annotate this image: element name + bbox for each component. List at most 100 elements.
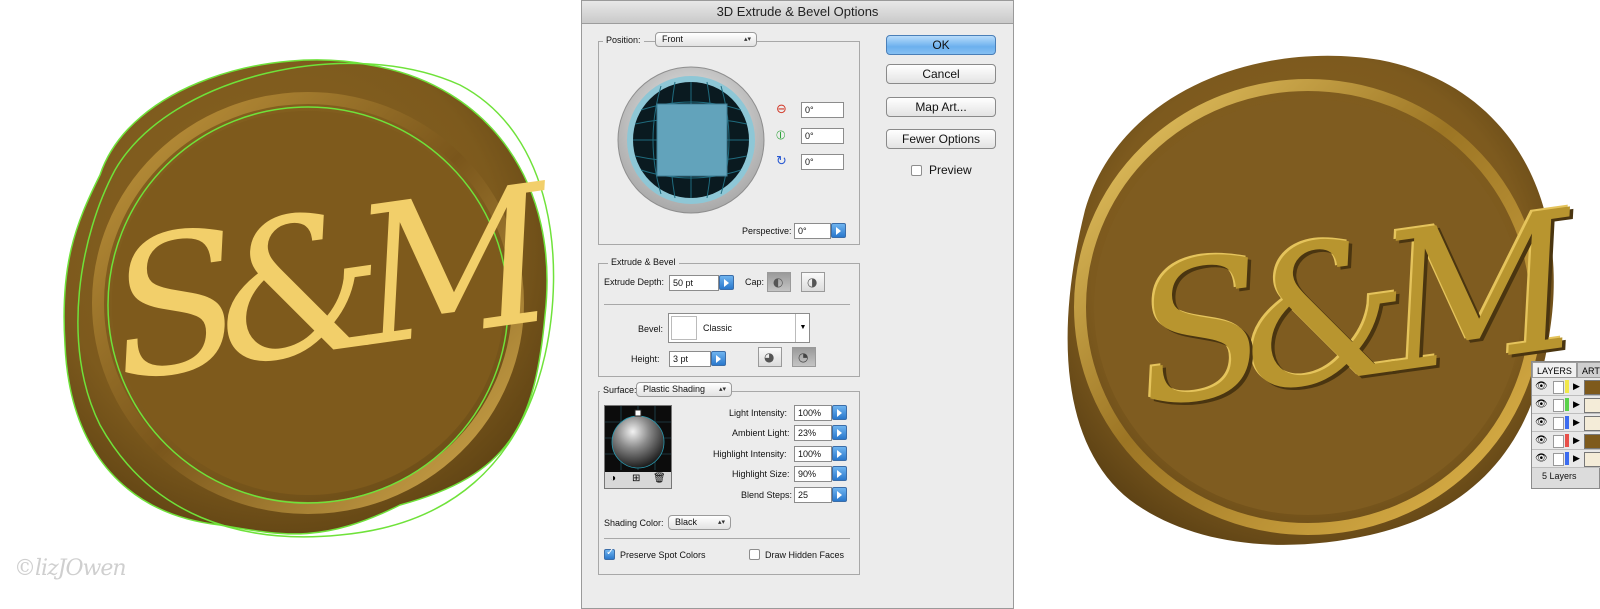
layer-thumbnail	[1584, 434, 1600, 449]
bevel-extent-in-button[interactable]: ◔	[792, 347, 816, 367]
position-select[interactable]: Front ▴▾	[655, 32, 757, 47]
eye-icon[interactable]: 👁	[1535, 417, 1548, 428]
rotate-x-field[interactable]: 0°	[801, 102, 844, 118]
ambient-light-label: Ambient Light:	[732, 428, 790, 438]
eye-icon[interactable]: 👁	[1535, 435, 1548, 446]
layer-color-swatch	[1565, 380, 1569, 393]
height-slider-button[interactable]	[711, 351, 726, 366]
position-label: Position:	[603, 35, 644, 45]
lock-toggle[interactable]	[1553, 381, 1564, 394]
lock-toggle[interactable]	[1553, 453, 1564, 466]
right-wax-seal-3d-result[interactable]: S&M	[1040, 30, 1570, 570]
preview-checkbox[interactable]	[911, 165, 922, 176]
expand-arrow-icon[interactable]: ▶	[1573, 435, 1580, 446]
layer-thumbnail	[1584, 380, 1600, 395]
bevel-out-icon: ◕	[764, 350, 775, 364]
right-monogram-3d: S&M	[1121, 173, 1567, 451]
rotate-z-field[interactable]: 0°	[801, 154, 844, 170]
light-intensity-field[interactable]: 100%	[794, 405, 832, 421]
perspective-label: Perspective:	[742, 226, 792, 236]
eye-icon[interactable]: 👁	[1535, 399, 1548, 410]
new-light-icon[interactable]: ⊞	[632, 473, 640, 484]
cap-off-button[interactable]: ◑	[801, 272, 825, 292]
expand-arrow-icon[interactable]: ▶	[1573, 417, 1580, 428]
highlight-intensity-label: Highlight Intensity:	[713, 449, 787, 459]
highlight-intensity-slider-button[interactable]	[832, 446, 847, 461]
perspective-field[interactable]: 0°	[794, 223, 831, 239]
map-art-button[interactable]: Map Art...	[886, 97, 996, 117]
light-intensity-label: Light Intensity:	[729, 408, 788, 418]
highlight-size-slider-button[interactable]	[832, 466, 847, 481]
bevel-preview	[671, 316, 697, 340]
highlight-size-label: Highlight Size:	[732, 469, 790, 479]
highlight-size-field[interactable]: 90%	[794, 466, 832, 482]
eye-icon[interactable]: 👁	[1535, 381, 1548, 392]
expand-arrow-icon[interactable]: ▶	[1573, 453, 1580, 464]
chevron-updown-icon: ▴▾	[717, 519, 725, 526]
ok-button[interactable]: OK	[886, 35, 996, 55]
divider	[604, 304, 850, 305]
expand-arrow-icon[interactable]: ▶	[1573, 381, 1580, 392]
left-monogram: S&M	[96, 146, 542, 424]
tab-artboards[interactable]: ART	[1577, 362, 1600, 378]
layer-row[interactable]: 👁 ▶	[1532, 414, 1600, 432]
height-field[interactable]: 3 pt	[669, 351, 711, 367]
extrude-depth-field[interactable]: 50 pt	[669, 275, 719, 291]
ambient-light-field[interactable]: 23%	[794, 425, 832, 441]
watermark-signature: ©lizJOwen	[14, 556, 127, 581]
perspective-slider-button[interactable]	[831, 223, 846, 238]
cancel-button[interactable]: Cancel	[886, 64, 996, 84]
rotate-y-field[interactable]: 0°	[801, 128, 844, 144]
blend-steps-label: Blend Steps:	[741, 490, 793, 500]
cap-label: Cap:	[745, 277, 765, 287]
layer-thumbnail	[1584, 416, 1600, 431]
lock-toggle[interactable]	[1553, 399, 1564, 412]
rotation-track-cube[interactable]	[617, 64, 765, 216]
rotate-y-icon: ⦶	[776, 128, 786, 143]
chevron-updown-icon: ▴▾	[743, 36, 751, 43]
shading-color-select[interactable]: Black ▴▾	[668, 515, 731, 530]
lock-toggle[interactable]	[1553, 417, 1564, 430]
expand-arrow-icon[interactable]: ▶	[1573, 399, 1580, 410]
layers-panel: LAYERS ART 👁 ▶ 👁 ▶ 👁 ▶ 👁 ▶ 👁 ▶ 5 Layers	[1531, 361, 1600, 489]
layer-row[interactable]: 👁 ▶	[1532, 378, 1600, 396]
lighting-sphere-preview[interactable]: ◑ ⊞ 🗑	[604, 405, 672, 489]
blend-steps-field[interactable]: 25	[794, 487, 832, 503]
layer-thumbnail	[1584, 398, 1600, 413]
draw-hidden-faces-checkbox[interactable]	[749, 549, 760, 560]
layer-row[interactable]: 👁 ▶	[1532, 432, 1600, 450]
highlight-intensity-field[interactable]: 100%	[794, 446, 832, 462]
divider	[604, 538, 850, 539]
move-light-back-icon[interactable]: ◑	[610, 473, 616, 484]
ambient-light-slider-button[interactable]	[832, 425, 847, 440]
extrude-depth-label: Extrude Depth:	[604, 277, 665, 287]
light-intensity-slider-button[interactable]	[832, 405, 847, 420]
cap-on-button[interactable]: ◐	[767, 272, 791, 292]
layer-color-swatch	[1565, 434, 1569, 447]
cap-off-icon: ◑	[807, 275, 818, 289]
trash-icon[interactable]: 🗑	[653, 473, 666, 484]
preserve-spot-colors-label: Preserve Spot Colors	[620, 550, 706, 560]
height-label: Height:	[631, 354, 660, 364]
light-controls-bar: ◑ ⊞ 🗑	[605, 472, 671, 488]
cap-on-icon: ◐	[773, 275, 784, 289]
layer-row[interactable]: 👁 ▶	[1532, 396, 1600, 414]
tab-layers[interactable]: LAYERS	[1532, 362, 1577, 378]
preserve-spot-colors-checkbox[interactable]	[604, 547, 615, 560]
layer-color-swatch	[1565, 398, 1569, 411]
fewer-options-button[interactable]: Fewer Options	[886, 129, 996, 149]
bevel-extent-out-button[interactable]: ◕	[758, 347, 782, 367]
surface-select[interactable]: Plastic Shading ▴▾	[636, 382, 732, 397]
bevel-select[interactable]: Classic ▼	[668, 313, 810, 343]
left-wax-seal-artwork[interactable]: S&M	[40, 45, 570, 555]
shading-color-label: Shading Color:	[604, 518, 664, 528]
eye-icon[interactable]: 👁	[1535, 453, 1548, 464]
layer-row[interactable]: 👁 ▶	[1532, 450, 1600, 468]
bevel-label: Bevel:	[638, 324, 664, 334]
extrude-depth-slider-button[interactable]	[719, 275, 734, 290]
chevron-updown-icon: ▴▾	[718, 386, 726, 393]
preview-label: Preview	[929, 163, 972, 177]
lock-toggle[interactable]	[1553, 435, 1564, 448]
blend-steps-slider-button[interactable]	[832, 487, 847, 502]
surface-label: Surface:	[600, 385, 640, 395]
